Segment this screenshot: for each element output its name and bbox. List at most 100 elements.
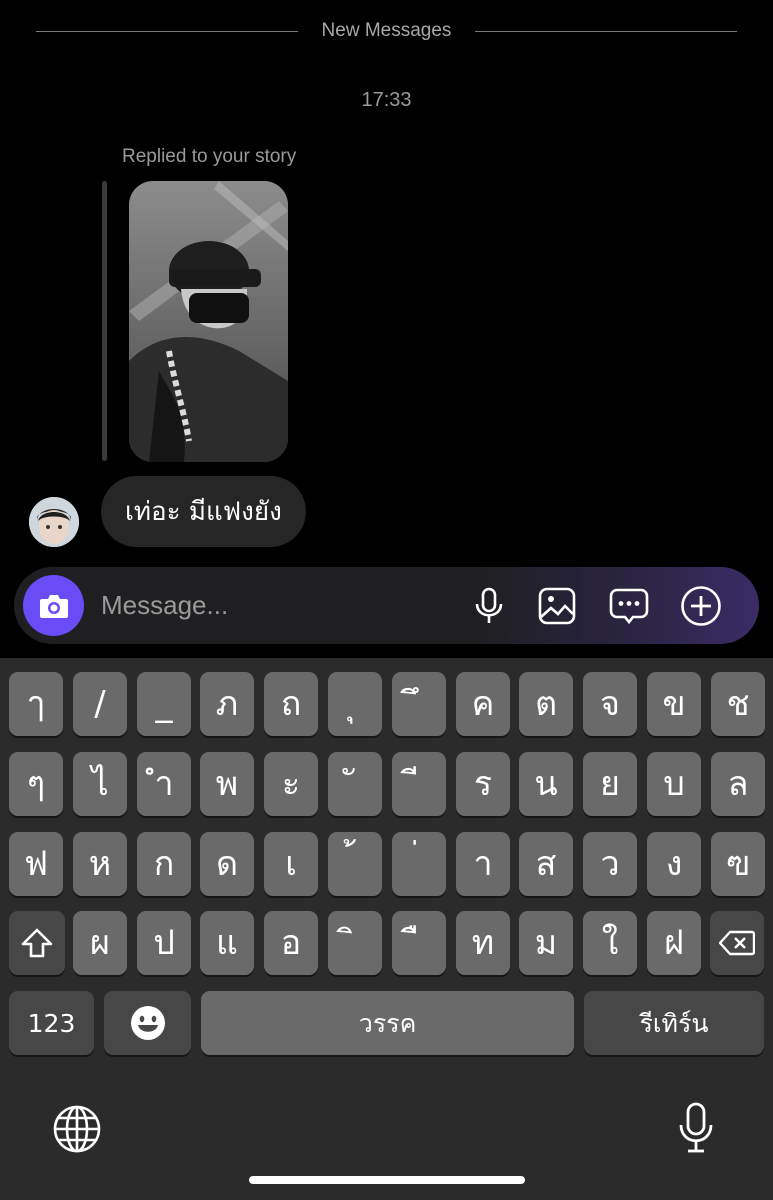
key-label: ร: [473, 764, 493, 804]
key-1-7[interactable]: ึ: [392, 672, 446, 736]
return-key[interactable]: รีเทิร์น: [584, 991, 764, 1055]
camera-icon: [39, 594, 68, 618]
divider-line-right: [475, 31, 737, 32]
key-1-9[interactable]: ต: [519, 672, 573, 736]
key-label: ค: [471, 684, 495, 724]
emoji-icon: [130, 1006, 165, 1040]
key-label: ำ: [154, 764, 174, 804]
emoji-key[interactable]: [104, 991, 191, 1055]
key-label: ป: [153, 923, 175, 963]
key-label: ล: [727, 764, 749, 804]
reply-quote-bar: [102, 181, 107, 461]
camera-button[interactable]: [23, 575, 84, 636]
shift-key[interactable]: [9, 911, 65, 975]
key-3-4[interactable]: ด: [200, 832, 254, 896]
key-1-10[interactable]: จ: [583, 672, 637, 736]
message-bubble[interactable]: เท่อะ มีแฟงยัง: [101, 476, 306, 547]
dictation-button[interactable]: [672, 1100, 720, 1156]
key-4-7[interactable]: ท: [456, 911, 510, 975]
key-4-6[interactable]: ื: [392, 911, 446, 975]
key-4-10[interactable]: ฝ: [647, 911, 701, 975]
key-1-1[interactable]: ๅ: [9, 672, 63, 736]
key-1-5[interactable]: ถ: [264, 672, 318, 736]
dictation-icon: [679, 1102, 713, 1153]
key-2-8[interactable]: ร: [456, 752, 510, 816]
key-4-2[interactable]: ป: [137, 911, 191, 975]
microphone-button[interactable]: [467, 584, 511, 628]
sticker-chat-icon: [609, 588, 649, 625]
numbers-key[interactable]: 123: [9, 991, 94, 1055]
key-3-1[interactable]: ฟ: [9, 832, 63, 896]
key-3-10[interactable]: ว: [583, 832, 637, 896]
sender-avatar[interactable]: [29, 497, 79, 547]
key-label: ผ: [90, 923, 110, 963]
message-timestamp: 17:33: [361, 89, 412, 111]
story-thumbnail[interactable]: [129, 181, 288, 462]
space-key[interactable]: วรรค: [201, 991, 574, 1055]
key-4-3[interactable]: แ: [200, 911, 254, 975]
return-key-label: รีเทิร์น: [639, 1008, 709, 1038]
key-2-3[interactable]: ำ: [137, 752, 191, 816]
key-label: น: [534, 764, 558, 804]
key-label: อ: [280, 923, 302, 963]
backspace-key[interactable]: [710, 911, 764, 975]
key-label: ภ: [215, 684, 239, 724]
key-1-11[interactable]: ข: [647, 672, 701, 736]
key-3-6[interactable]: ้: [328, 832, 382, 896]
message-input[interactable]: [101, 567, 461, 644]
key-label: ฃ: [725, 844, 751, 884]
key-4-1[interactable]: ผ: [73, 911, 127, 975]
key-1-12[interactable]: ช: [711, 672, 765, 736]
home-indicator[interactable]: [249, 1176, 525, 1184]
key-label: จ: [600, 684, 620, 724]
key-4-4[interactable]: อ: [264, 911, 318, 975]
thai-keyboard: 123 วรรค รีเทิร์น ๅ / _ ภ ถุึ คต จ ขชๆ ไ ำ พ ะัี: [0, 658, 773, 1200]
numbers-key-label: 123: [27, 1008, 76, 1038]
key-2-5[interactable]: ะ: [264, 752, 318, 816]
key-2-2[interactable]: ไ: [73, 752, 127, 816]
key-label: ว: [600, 844, 620, 884]
globe-button[interactable]: [50, 1102, 104, 1156]
new-messages-divider: New Messages: [36, 18, 737, 46]
key-1-4[interactable]: ภ: [200, 672, 254, 736]
add-circle-icon: [681, 586, 721, 626]
key-1-3[interactable]: _: [137, 672, 191, 736]
key-1-6[interactable]: ุ: [328, 672, 382, 736]
key-label: ใ: [601, 923, 619, 963]
key-3-3[interactable]: ก: [137, 832, 191, 896]
key-3-2[interactable]: ห: [73, 832, 127, 896]
key-3-12[interactable]: ฃ: [711, 832, 765, 896]
gallery-button[interactable]: [535, 584, 579, 628]
key-4-9[interactable]: ใ: [583, 911, 637, 975]
key-1-2[interactable]: /: [73, 672, 127, 736]
key-2-4[interactable]: พ: [200, 752, 254, 816]
key-4-8[interactable]: ม: [519, 911, 573, 975]
key-1-8[interactable]: ค: [456, 672, 510, 736]
key-2-11[interactable]: บ: [647, 752, 701, 816]
story-image: [129, 181, 288, 462]
key-3-7[interactable]: ่: [392, 832, 446, 896]
key-label: ด: [215, 844, 239, 884]
key-label: ห: [88, 844, 112, 884]
key-2-7[interactable]: ี: [392, 752, 446, 816]
key-3-5[interactable]: เ: [264, 832, 318, 896]
gallery-icon: [538, 587, 576, 625]
shift-icon: [21, 928, 53, 958]
reply-caption: Replied to your story: [122, 146, 297, 167]
key-3-8[interactable]: า: [456, 832, 510, 896]
add-button[interactable]: [679, 584, 723, 628]
key-label: ฝ: [664, 923, 684, 963]
key-label: ท: [471, 923, 495, 963]
avatar-image: [29, 497, 79, 547]
key-3-11[interactable]: ง: [647, 832, 701, 896]
key-3-9[interactable]: ส: [519, 832, 573, 896]
key-label: ง: [665, 844, 683, 884]
key-2-12[interactable]: ล: [711, 752, 765, 816]
key-label: ส: [535, 844, 557, 884]
key-4-5[interactable]: ิ: [328, 911, 382, 975]
key-2-10[interactable]: ย: [583, 752, 637, 816]
key-2-1[interactable]: ๆ: [9, 752, 63, 816]
key-2-9[interactable]: น: [519, 752, 573, 816]
sticker-chat-button[interactable]: [607, 584, 651, 628]
key-2-6[interactable]: ั: [328, 752, 382, 816]
